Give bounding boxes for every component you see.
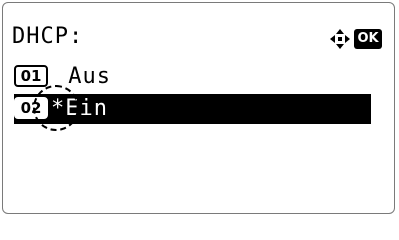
selection-focus-ring [33, 85, 79, 131]
ok-key-icon: OK [354, 29, 382, 49]
screen-title: DHCP: [12, 24, 84, 49]
option-number-badge: 01 [14, 65, 48, 87]
navigation-hint: OK [328, 27, 390, 51]
four-way-arrows-icon [330, 29, 350, 49]
